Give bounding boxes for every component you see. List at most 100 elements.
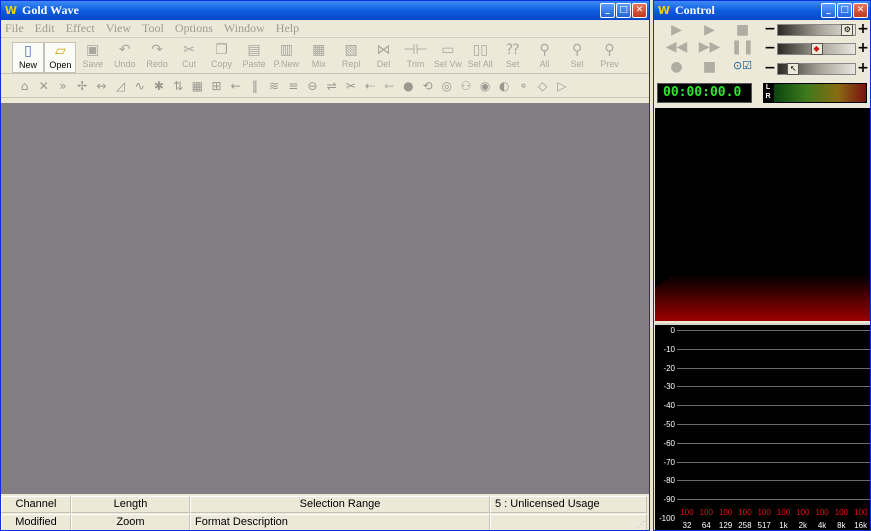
resample-icon[interactable]: ✂ — [341, 79, 360, 93]
toolbar-new-button[interactable]: ▯ New — [12, 42, 44, 73]
speed-knob-icon[interactable]: ↖ — [787, 63, 800, 75]
toolbar-trim-button[interactable]: ⊣⊢ Trim — [400, 42, 432, 73]
spectrum-filter-icon[interactable]: ▦ — [188, 79, 207, 93]
toolbar-copy-button[interactable]: ❐ Copy — [206, 42, 238, 73]
toolbar-save-button[interactable]: ▣ Save — [77, 42, 109, 73]
control-title-bar[interactable]: W Control _ □ ✕ — [654, 1, 870, 20]
stop-icon[interactable]: ■ — [726, 22, 759, 40]
fast-forward-icon[interactable]: ▶▶ — [693, 39, 726, 57]
pitch-icon[interactable]: ⇌ — [322, 79, 341, 93]
menu-help[interactable]: Help — [276, 21, 299, 36]
balance-knob-icon[interactable]: ◆ — [810, 43, 823, 55]
flange-icon[interactable]: ✱ — [149, 79, 168, 93]
increase-icon[interactable]: + — [856, 61, 870, 76]
decrease-icon[interactable]: − — [763, 22, 777, 37]
fade-out-icon[interactable]: ∿ — [130, 79, 149, 93]
toolbar-sel-button[interactable]: ⚲ Sel — [561, 42, 593, 73]
play-icon[interactable]: ▶ — [660, 22, 693, 40]
noise-reduction-icon[interactable]: ≋ — [264, 79, 283, 93]
toolbar-all-button[interactable]: ⚲ All — [529, 42, 561, 73]
toolbar-label: Open — [49, 60, 72, 70]
eq-bars-icon[interactable]: ‖ — [245, 79, 264, 93]
record-stop-icon[interactable]: ■ — [693, 59, 726, 77]
maximize-icon[interactable]: ◐ — [495, 79, 514, 93]
toolbar-cut-button[interactable]: ✂ Cut — [173, 42, 205, 73]
stereo-icon[interactable]: ⟲ — [418, 79, 437, 93]
close-button[interactable]: ✕ — [853, 3, 868, 18]
spectrum-analyzer[interactable]: 0 -10 -20 -30 -40 -50 -60 -70 -80 -90 -100 32 100 64 1… — [655, 323, 870, 530]
mechanize-icon[interactable]: ← — [226, 79, 245, 93]
reverb-icon[interactable]: ⇠ — [360, 79, 379, 93]
spectrum-x-tick: 16k — [854, 521, 868, 530]
volume-icon[interactable]: ⚇ — [456, 79, 475, 93]
maximize-button[interactable]: □ — [616, 3, 631, 18]
pause-icon[interactable]: ❚❚ — [726, 39, 759, 57]
spectrum-x-tick: 4k — [817, 521, 827, 530]
dynamics-icon[interactable]: ✕ — [34, 79, 53, 93]
menu-file[interactable]: File — [5, 21, 24, 36]
increase-icon[interactable]: + — [856, 22, 870, 37]
workspace-area[interactable] — [1, 103, 649, 494]
spectrum-grid-line — [677, 330, 870, 331]
pan-icon[interactable]: ⊖ — [303, 79, 322, 93]
toolbar-p-new-button[interactable]: ▥ P.New — [270, 42, 302, 73]
main-title-bar[interactable]: W Gold Wave _ □ ✕ — [1, 1, 649, 20]
increase-icon[interactable]: + — [856, 41, 870, 56]
matrix-icon[interactable]: ⊞ — [207, 79, 226, 93]
balance-slider[interactable]: − ◆ + — [763, 41, 870, 57]
record-icon[interactable]: ● — [660, 59, 693, 77]
time-warp-icon[interactable]: ◎ — [437, 79, 456, 93]
spectrum-x-tick: 2k — [798, 521, 808, 530]
toolbar-mix-button[interactable]: ▦ Mix — [303, 42, 335, 73]
invert-icon[interactable]: ⇅ — [169, 79, 188, 93]
equalizer-line-icon[interactable]: ↔ — [92, 79, 111, 93]
volume-knob-icon[interactable]: ⚙ — [841, 24, 854, 36]
menu-window[interactable]: Window — [224, 21, 265, 36]
toolbar-del-button[interactable]: ⋈ Del — [368, 42, 400, 73]
minimize-button[interactable]: _ — [821, 3, 836, 18]
maximize-button[interactable]: □ — [837, 3, 852, 18]
status-license: 5 : Unlicensed Usage — [490, 496, 647, 513]
reverse-icon[interactable]: ⇽ — [380, 79, 399, 93]
menu-options[interactable]: Options — [175, 21, 213, 36]
match-volume-icon[interactable]: ⚬ — [514, 79, 533, 93]
toolbar-set-button[interactable]: ⁇ Set — [497, 42, 529, 73]
copy-icon: ❐ — [215, 42, 228, 58]
toolbar-undo-button[interactable]: ↶ Undo — [109, 42, 141, 73]
toolbar-open-button[interactable]: ▱ Open — [44, 42, 77, 73]
effect-play-icon[interactable]: ▷ — [552, 79, 571, 93]
toolbar-prev-button[interactable]: ⚲ Prev — [593, 42, 625, 73]
toolbar-sel-vw-button[interactable]: ▭ Sel Vw — [432, 42, 464, 73]
minimize-button[interactable]: _ — [600, 3, 615, 18]
menu-edit[interactable]: Edit — [35, 21, 55, 36]
play-region-icon[interactable]: ◇ — [533, 79, 552, 93]
rewind-icon[interactable]: ◀◀ — [660, 39, 693, 57]
menu-view[interactable]: View — [106, 21, 131, 36]
toolbar-repl-button[interactable]: ▧ Repl — [335, 42, 367, 73]
toolbar-label: Set — [505, 59, 520, 69]
speed-slider[interactable]: − ↖ + — [763, 61, 870, 77]
echo-icon[interactable]: » — [53, 79, 72, 93]
spectrum-band-value: 100 — [815, 508, 829, 517]
resize-grip-icon[interactable]: ⋰ — [637, 520, 647, 530]
volume-slider[interactable]: − ⚙ + — [763, 22, 870, 38]
fade-in-icon[interactable]: ◿ — [111, 79, 130, 93]
filter-icon[interactable]: ✢ — [73, 79, 92, 93]
toolbar-redo-button[interactable]: ↷ Redo — [141, 42, 173, 73]
decrease-icon[interactable]: − — [763, 41, 777, 56]
menu-tool[interactable]: Tool — [142, 21, 164, 36]
monitor-toggle-icon[interactable]: ⊙☑ — [726, 59, 759, 77]
redo-icon: ↷ — [151, 42, 164, 58]
close-button[interactable]: ✕ — [632, 3, 647, 18]
waveform-scope[interactable] — [655, 108, 870, 321]
toolbar-sel-all-button[interactable]: ▯▯ Sel All — [464, 42, 496, 73]
decrease-icon[interactable]: − — [763, 61, 777, 76]
open-folder-icon: ▱ — [55, 43, 66, 59]
offset-icon[interactable]: ≡ — [284, 79, 303, 93]
silence-icon[interactable]: ● — [399, 79, 418, 93]
play-selection-icon[interactable]: ▶ — [693, 22, 726, 40]
menu-effect[interactable]: Effect — [66, 21, 95, 36]
volume-shape-icon[interactable]: ◉ — [476, 79, 495, 93]
toolbar-paste-button[interactable]: ▤ Paste — [238, 42, 270, 73]
doppler-icon[interactable]: ⌂ — [15, 79, 34, 93]
